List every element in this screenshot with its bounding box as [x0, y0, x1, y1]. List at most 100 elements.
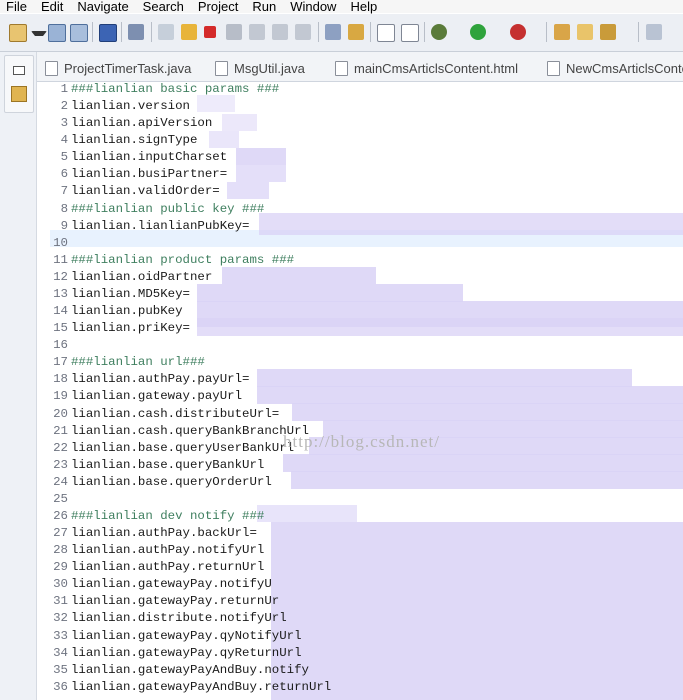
next-annotation-icon[interactable]: [646, 24, 662, 40]
code-line: 27 lianlian.authPay.backUrl=: [37, 525, 683, 542]
code-text: lianlian.base.queryBankUrl: [71, 457, 265, 472]
line-number: 19: [53, 389, 68, 404]
line-number: 7: [60, 184, 68, 199]
code-text: lianlian.base.queryUserBankUrl: [71, 440, 295, 455]
left-trim-stack: [0, 52, 37, 700]
terminate-icon[interactable]: [204, 26, 216, 38]
run-icon[interactable]: [470, 24, 486, 40]
code-text: lianlian.signType: [71, 133, 198, 148]
code-text: lianlian.gatewayPay.qyReturnUrl: [71, 645, 302, 660]
line-number: 14: [53, 304, 68, 319]
code-line: 30 lianlian.gatewayPay.notifyU: [37, 576, 683, 593]
suspend-icon[interactable]: [181, 24, 197, 40]
dropdown-icon[interactable]: [31, 31, 47, 36]
code-text: lianlian.pubKey: [71, 304, 183, 319]
code-line: 11 ###lianlian product params ###: [37, 252, 683, 269]
step-return-icon[interactable]: [295, 24, 311, 40]
menu-run[interactable]: Run: [246, 0, 284, 13]
code-text: lianlian.gateway.payUrl: [71, 389, 243, 404]
line-number: 5: [60, 150, 68, 165]
code-comment: ###lianlian product params ###: [71, 252, 295, 267]
code-line: 25: [37, 491, 683, 508]
watermark: http://blog.csdn.net/: [283, 432, 440, 451]
toolbar-separator: [151, 22, 152, 42]
line-number: 26: [53, 509, 68, 523]
menu-search[interactable]: Search: [137, 0, 192, 13]
drop-frame-icon[interactable]: [325, 24, 341, 40]
tab-maincmsarticlscontent[interactable]: mainCmsArticlsContent.html: [335, 58, 518, 78]
code-line: 33 lianlian.gatewayPay.qyNotifyUrl: [37, 628, 683, 645]
tab-projecttimertask[interactable]: ProjectTimerTask.java: [45, 58, 191, 78]
menu-help[interactable]: Help: [344, 0, 385, 13]
code-text: lianlian.distribute.notifyUrl: [71, 611, 287, 626]
file-icon: [547, 60, 560, 76]
code-line: 9 lianlian.lianlianPubKey=: [37, 218, 683, 235]
code-comment: ###lianlian url###: [71, 355, 205, 370]
line-number: 8: [60, 201, 68, 216]
package-explorer-icon[interactable]: [11, 86, 27, 102]
toolbar-separator: [424, 22, 425, 42]
code-text: lianlian.gatewayPay.notifyU: [71, 577, 272, 592]
step-over-icon[interactable]: [272, 24, 288, 40]
debug-icon[interactable]: [431, 24, 447, 40]
code-line: 26 ###lianlian dev notify ###: [37, 508, 683, 525]
code-line: 4 lianlian.signType: [37, 132, 683, 149]
code-line: 35 lianlian.gatewayPayAndBuy.notify: [37, 662, 683, 679]
line-number: 22: [53, 440, 68, 455]
code-line: 31 lianlian.gatewayPay.returnUr: [37, 593, 683, 610]
code-text: lianlian.cash.distributeUrl=: [71, 406, 280, 421]
code-line: 23 lianlian.base.queryBankUrl: [37, 457, 683, 474]
menu-project[interactable]: Project: [192, 0, 246, 13]
code-text: lianlian.authPay.returnUrl: [71, 560, 265, 575]
menu-window[interactable]: Window: [284, 0, 344, 13]
save-icon[interactable]: [48, 24, 66, 42]
code-comment: ###lianlian dev notify ###: [71, 509, 265, 523]
code-text: lianlian.oidPartner: [71, 269, 213, 284]
code-line: 34 lianlian.gatewayPay.qyReturnUrl: [37, 645, 683, 662]
code-text: lianlian.authPay.notifyUrl: [71, 543, 265, 558]
skip-breakpoints-icon[interactable]: [128, 24, 144, 40]
toolbar-separator: [92, 22, 93, 42]
resume-icon[interactable]: [158, 24, 174, 40]
brush-icon[interactable]: [600, 24, 616, 40]
use-step-filters-icon[interactable]: [348, 24, 364, 40]
menu-edit[interactable]: Edit: [35, 0, 71, 13]
new-icon[interactable]: [9, 24, 27, 42]
new-package-icon[interactable]: [554, 24, 570, 40]
line-number: 16: [53, 338, 68, 353]
restore-icon[interactable]: [13, 66, 25, 75]
tab-newcmsarticlscontent[interactable]: NewCmsArticlsConte: [547, 58, 683, 78]
code-line: 2 lianlian.version: [37, 98, 683, 115]
run-external-icon[interactable]: [510, 24, 526, 40]
code-line: 1 ###lianlian basic params ###: [37, 81, 683, 98]
menu-navigate[interactable]: Navigate: [71, 0, 136, 13]
tab-label: MsgUtil.java: [234, 60, 305, 76]
code-line: 16: [37, 337, 683, 354]
code-comment: ###lianlian public key ###: [71, 201, 265, 216]
step-into-icon[interactable]: [249, 24, 265, 40]
code-text: lianlian.authPay.backUrl=: [71, 526, 257, 541]
tab-msgutil[interactable]: MsgUtil.java: [215, 58, 305, 78]
sort-icon[interactable]: [401, 24, 419, 42]
save-all-icon[interactable]: [70, 24, 88, 42]
code-line: 3 lianlian.apiVersion: [37, 115, 683, 132]
code-line: 15 lianlian.priKey=: [37, 320, 683, 337]
code-line: 10: [37, 235, 683, 252]
disconnect-icon[interactable]: [226, 24, 242, 40]
code-editor[interactable]: 1 ###lianlian basic params ### 2 lianlian.v…: [37, 82, 683, 700]
menu-bar: File Edit Navigate Search Project Run Wi…: [0, 0, 683, 13]
outline-icon[interactable]: [99, 24, 117, 42]
menu-file[interactable]: File: [0, 0, 35, 13]
code-text: lianlian.base.queryOrderUrl: [71, 474, 272, 489]
code-line: 5 lianlian.inputCharset: [37, 149, 683, 166]
code-line: 32 lianlian.distribute.notifyUrl: [37, 610, 683, 627]
code-line: 24 lianlian.base.queryOrderUrl: [37, 474, 683, 491]
line-number: 24: [53, 474, 68, 489]
toolbar-separator: [318, 22, 319, 42]
code-line: 19 lianlian.gateway.payUrl: [37, 388, 683, 405]
open-folder-icon[interactable]: [577, 24, 593, 40]
toggle-mark-icon[interactable]: [377, 24, 395, 42]
code-line: 12 lianlian.oidPartner: [37, 269, 683, 286]
line-number: 2: [60, 99, 68, 114]
line-number: 33: [53, 628, 68, 643]
